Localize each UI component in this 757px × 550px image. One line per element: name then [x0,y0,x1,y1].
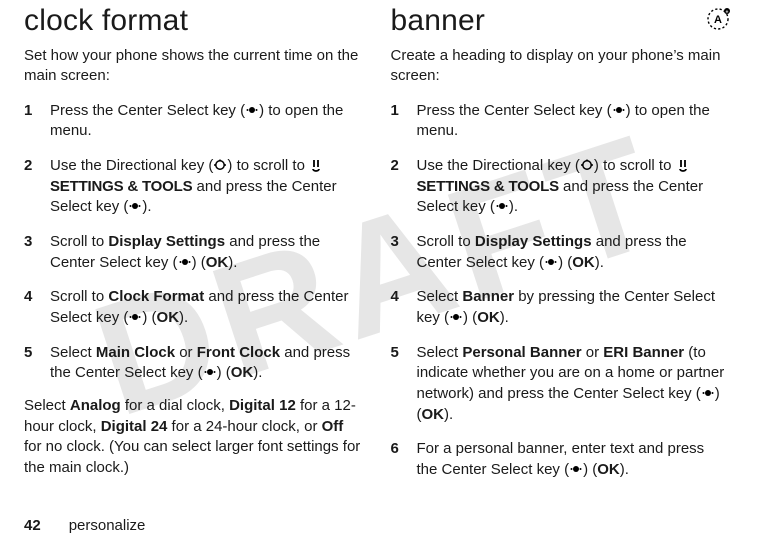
clock-format-heading: clock format [24,4,363,38]
step-text: Select Banner by pressing the Center Sel… [417,287,730,328]
list-item: 3 Scroll to Display Settings and press t… [24,232,363,273]
step-text: Press the Center Select key () to open t… [417,101,730,142]
center-select-key-icon [128,310,142,324]
banner-intro: Create a heading to display on your phon… [391,46,730,87]
clock-format-section: clock format Set how your phone shows th… [24,4,363,495]
center-select-key-icon [544,255,558,269]
directional-key-icon [213,158,227,172]
step-text: Scroll to Display Settings and press the… [417,232,730,273]
center-select-key-icon [449,310,463,324]
clock-format-note: Select Analog for a dial clock, Digital … [24,396,363,479]
list-item: 1 Press the Center Select key () to open… [391,101,730,142]
step-text: Select Main Clock or Front Clock and pre… [50,343,363,384]
step-text: Press the Center Select key () to open t… [50,101,363,142]
step-number: 2 [24,156,38,218]
step-number: 4 [24,287,38,328]
center-select-key-icon [245,103,259,117]
step-number: 5 [24,343,38,384]
list-item: 4 Select Banner by pressing the Center S… [391,287,730,328]
step-text: Use the Directional key () to scroll to … [50,156,363,218]
banner-heading: banner [391,4,730,38]
clock-format-intro: Set how your phone shows the current tim… [24,46,363,87]
page-footer: 42 personalize [24,517,145,534]
center-select-key-icon [178,255,192,269]
center-select-key-icon [128,199,142,213]
step-number: 1 [24,101,38,142]
step-text: Scroll to Display Settings and press the… [50,232,363,273]
section-label: personalize [69,517,146,534]
step-number: 1 [391,101,405,142]
step-number: 2 [391,156,405,218]
page-number: 42 [24,517,41,534]
list-item: 4 Scroll to Clock Format and press the C… [24,287,363,328]
banner-steps: 1 Press the Center Select key () to open… [391,101,730,481]
list-item: 5 Select Personal Banner or ERI Banner (… [391,343,730,426]
list-item: 2 Use the Directional key () to scroll t… [391,156,730,218]
step-text: Select Personal Banner or ERI Banner (to… [417,343,730,426]
center-select-key-icon [203,365,217,379]
settings-tools-icon [309,158,323,172]
banner-section: banner Create a heading to display on yo… [391,4,730,495]
list-item: 1 Press the Center Select key () to open… [24,101,363,142]
list-item: 6 For a personal banner, enter text and … [391,439,730,480]
settings-tools-icon [676,158,690,172]
step-text: Scroll to Clock Format and press the Cen… [50,287,363,328]
step-text: For a personal banner, enter text and pr… [417,439,730,480]
list-item: 5 Select Main Clock or Front Clock and p… [24,343,363,384]
clock-format-steps: 1 Press the Center Select key () to open… [24,101,363,385]
step-number: 6 [391,439,405,480]
list-item: 2 Use the Directional key () to scroll t… [24,156,363,218]
center-select-key-icon [569,462,583,476]
step-number: 4 [391,287,405,328]
center-select-key-icon [495,199,509,213]
center-select-key-icon [612,103,626,117]
center-select-key-icon [701,386,715,400]
step-number: 5 [391,343,405,426]
step-number: 3 [391,232,405,273]
step-number: 3 [24,232,38,273]
directional-key-icon [580,158,594,172]
step-text: Use the Directional key () to scroll to … [417,156,730,218]
list-item: 3 Scroll to Display Settings and press t… [391,232,730,273]
